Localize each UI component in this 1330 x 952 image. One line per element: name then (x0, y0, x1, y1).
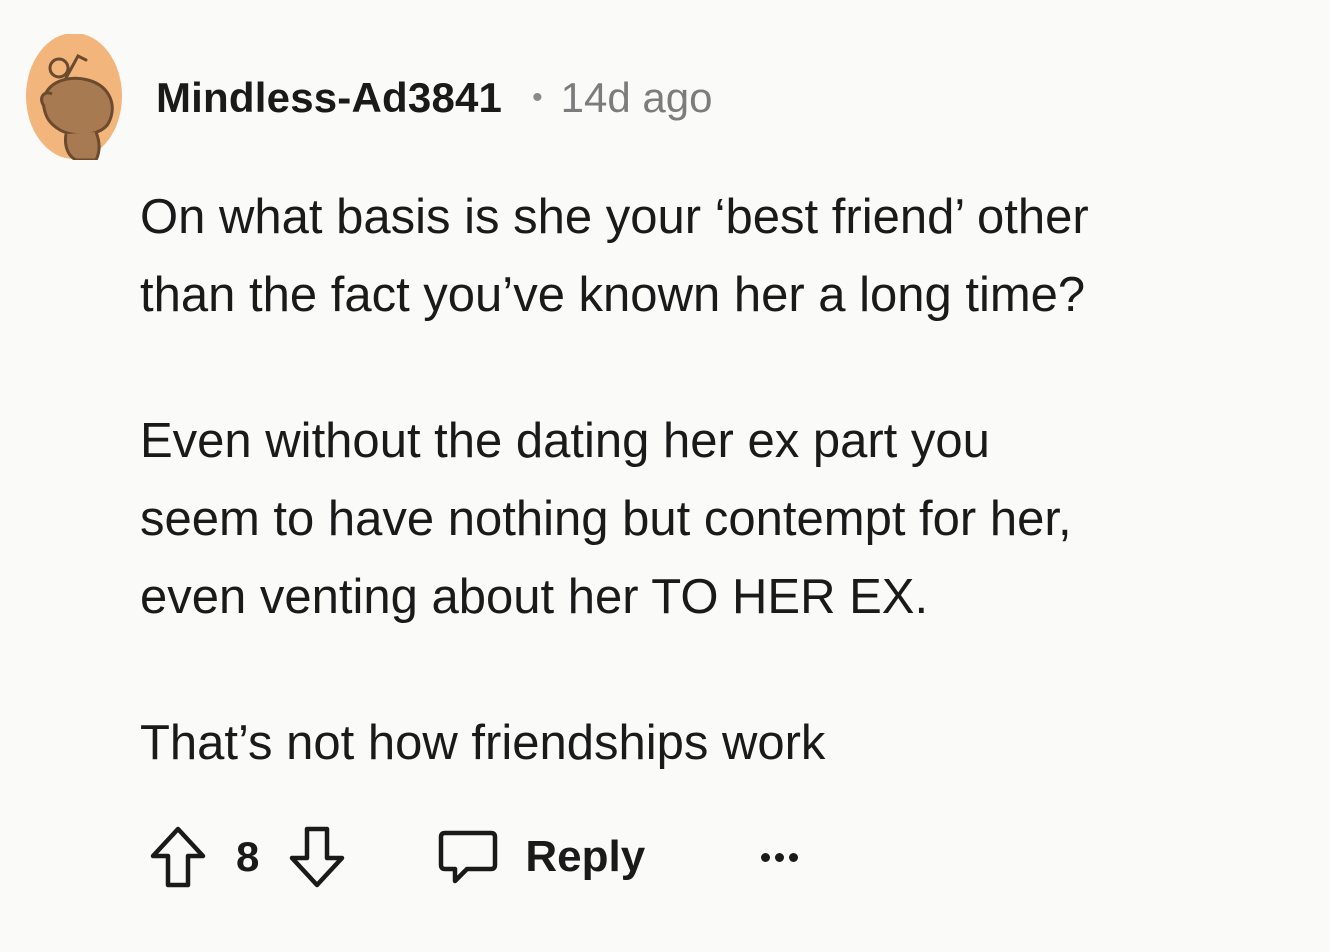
comment-line: Even without the dating her ex part you (140, 414, 990, 468)
timestamp[interactable]: 14d ago (561, 74, 713, 122)
upvote-arrow-icon (150, 826, 206, 888)
comment-actions: 8 Reply (148, 822, 799, 892)
more-options-icon (775, 852, 785, 862)
reply-button[interactable]: Reply (437, 827, 645, 887)
comment-card: Mindless-Ad3841 • 14d ago On what basis … (0, 0, 1330, 952)
vote-score: 8 (236, 833, 260, 880)
comment-paragraph: Even without the dating her ex part you … (140, 402, 1300, 636)
comment-line: On what basis is she your ‘best friend’ … (140, 190, 1089, 244)
avatar[interactable] (26, 33, 122, 162)
comment-header: Mindless-Ad3841 • 14d ago (156, 70, 712, 126)
comment-line: seem to have nothing but contempt for he… (140, 492, 1072, 546)
snoo-avatar-icon (26, 33, 122, 162)
downvote-arrow-icon (290, 826, 345, 888)
comment-line: even venting about her TO HER EX. (140, 570, 929, 624)
separator-dot: • (532, 81, 543, 114)
reply-label: Reply (525, 832, 646, 881)
comment-body: On what basis is she your ‘best friend’ … (140, 178, 1300, 782)
username-link[interactable]: Mindless-Ad3841 (156, 74, 502, 122)
more-options-icon (761, 852, 771, 862)
downvote-button[interactable] (287, 824, 347, 890)
upvote-button[interactable] (148, 824, 208, 890)
comment-line: That’s not how friendships work (140, 716, 826, 770)
more-options-icon (789, 852, 799, 862)
more-options-button[interactable] (761, 852, 799, 862)
comment-paragraph: That’s not how friendships work (140, 704, 1300, 782)
comment-line: than the fact you’ve known her a long ti… (140, 268, 1086, 322)
comment-paragraph: On what basis is she your ‘best friend’ … (140, 178, 1300, 334)
comment-bubble-icon (439, 830, 498, 884)
